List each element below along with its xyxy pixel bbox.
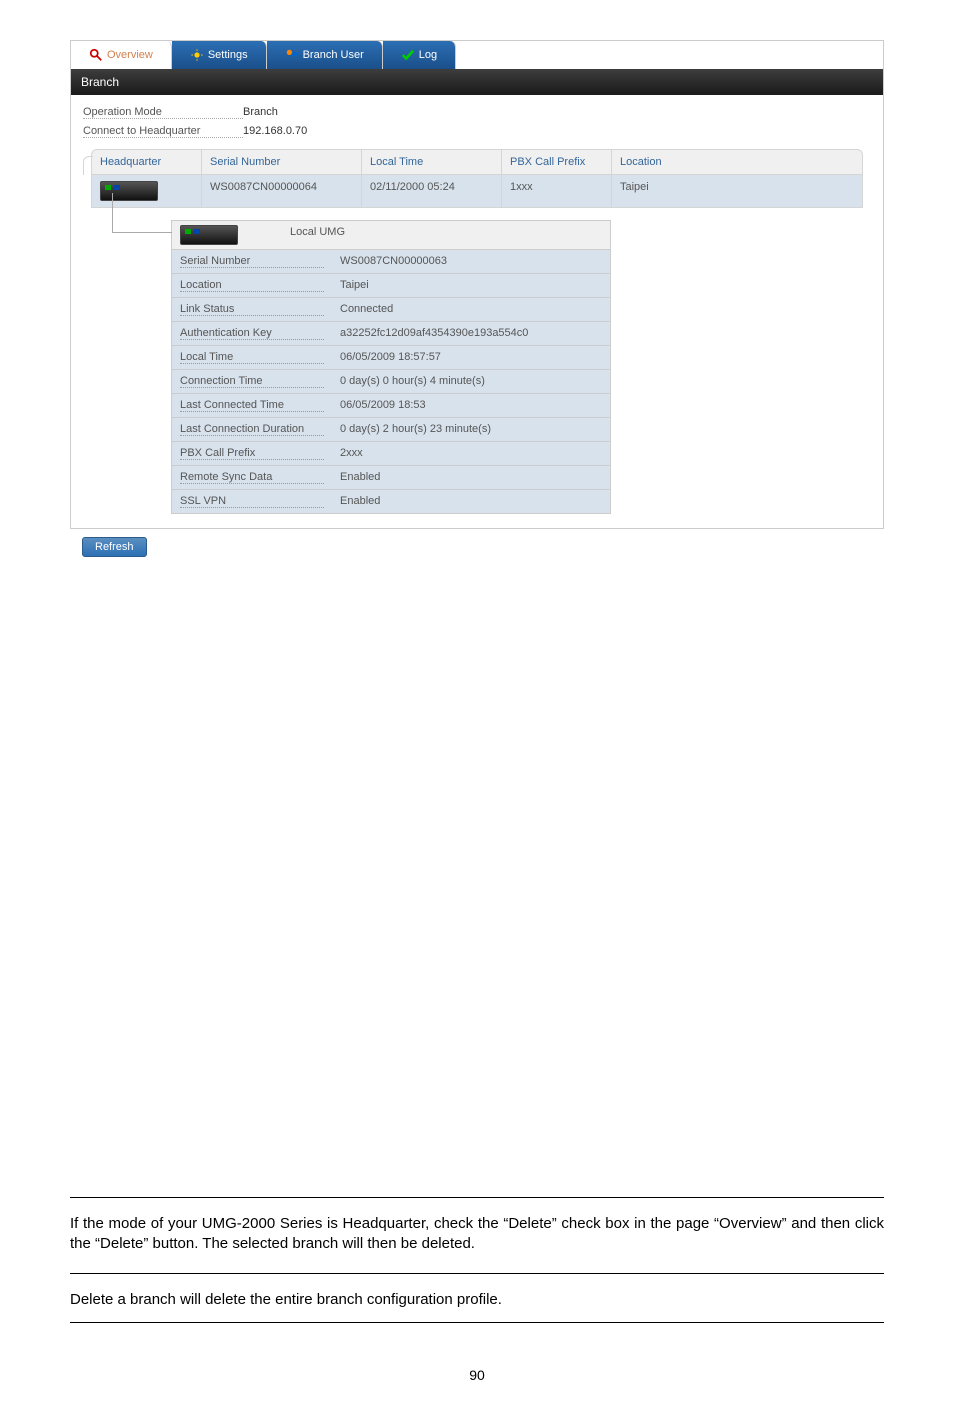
detail-value: Connected: [332, 298, 610, 321]
detail-label: Link Status: [172, 298, 332, 321]
tab-overview[interactable]: Overview: [71, 41, 172, 69]
hq-table-row[interactable]: WS0087CN00000064 02/11/2000 05:24 1xxx T…: [91, 175, 863, 208]
divider: [70, 1273, 884, 1274]
hq-table-header: Headquarter Serial Number Local Time PBX…: [91, 149, 863, 175]
paragraph-2: Delete a branch will delete the entire b…: [0, 1290, 954, 1310]
detail-header: Local UMG: [282, 221, 610, 249]
tab-log[interactable]: Log: [383, 41, 456, 69]
th-pbx-prefix: PBX Call Prefix: [502, 150, 612, 174]
th-headquarter: Headquarter: [92, 150, 202, 174]
detail-table: Local UMG Serial NumberWS0087CN00000063 …: [171, 220, 611, 514]
detail-label: SSL VPN: [172, 490, 332, 513]
detail-value: WS0087CN00000063: [332, 250, 610, 273]
detail-value: Enabled: [332, 490, 610, 513]
operation-mode-label: Operation Mode: [83, 106, 243, 119]
detail-label: Remote Sync Data: [172, 466, 332, 489]
section-title: Branch: [71, 69, 883, 95]
detail-value: 0 day(s) 0 hour(s) 4 minute(s): [332, 370, 610, 393]
tab-bar: Overview Settings Branch User Log: [71, 41, 883, 69]
th-location: Location: [612, 150, 862, 174]
detail-value: 06/05/2009 18:57:57: [332, 346, 610, 369]
th-local-time: Local Time: [362, 150, 502, 174]
td-pbx-prefix: 1xxx: [502, 175, 612, 207]
detail-label: Serial Number: [172, 250, 332, 273]
detail-label: Last Connection Duration: [172, 418, 332, 441]
detail-value: 2xxx: [332, 442, 610, 465]
detail-label: Local Time: [172, 346, 332, 369]
refresh-button[interactable]: Refresh: [82, 537, 147, 557]
detail-device-cell: [172, 221, 282, 249]
detail-value: Enabled: [332, 466, 610, 489]
detail-label: Last Connected Time: [172, 394, 332, 417]
detail-value: 06/05/2009 18:53: [332, 394, 610, 417]
screenshot-panel: Overview Settings Branch User Log: [70, 40, 884, 529]
detail-label: Connection Time: [172, 370, 332, 393]
device-icon: [180, 225, 238, 245]
check-icon: [401, 48, 415, 62]
th-serial-number: Serial Number: [202, 150, 362, 174]
connect-hq-value: 192.168.0.70: [243, 125, 307, 138]
detail-label: PBX Call Prefix: [172, 442, 332, 465]
tab-overview-label: Overview: [107, 49, 153, 61]
detail-value: 0 day(s) 2 hour(s) 23 minute(s): [332, 418, 610, 441]
tab-branch-user[interactable]: Branch User: [267, 41, 383, 69]
td-location: Taipei: [612, 175, 862, 207]
tree-connector: [112, 193, 172, 233]
detail-label: Location: [172, 274, 332, 297]
tab-branch-user-label: Branch User: [303, 49, 364, 61]
tab-settings[interactable]: Settings: [172, 41, 267, 69]
detail-value: Taipei: [332, 274, 610, 297]
divider: [70, 1197, 884, 1198]
tab-settings-label: Settings: [208, 49, 248, 61]
paragraph-1: If the mode of your UMG-2000 Series is H…: [0, 1214, 954, 1255]
connect-hq-label: Connect to Headquarter: [83, 125, 243, 138]
td-serial-number: WS0087CN00000064: [202, 175, 362, 207]
divider: [70, 1322, 884, 1323]
operation-mode-value: Branch: [243, 106, 278, 119]
magnifier-icon: [89, 48, 103, 62]
gear-icon: [190, 48, 204, 62]
info-block: Operation Mode Branch Connect to Headqua…: [71, 95, 883, 149]
tab-log-label: Log: [419, 49, 437, 61]
td-local-time: 02/11/2000 05:24: [362, 175, 502, 207]
detail-label: Authentication Key: [172, 322, 332, 345]
detail-value: a32252fc12d09af4354390e193a554c0: [332, 322, 610, 345]
page-number: 90: [0, 1339, 954, 1383]
users-icon: [285, 48, 299, 62]
